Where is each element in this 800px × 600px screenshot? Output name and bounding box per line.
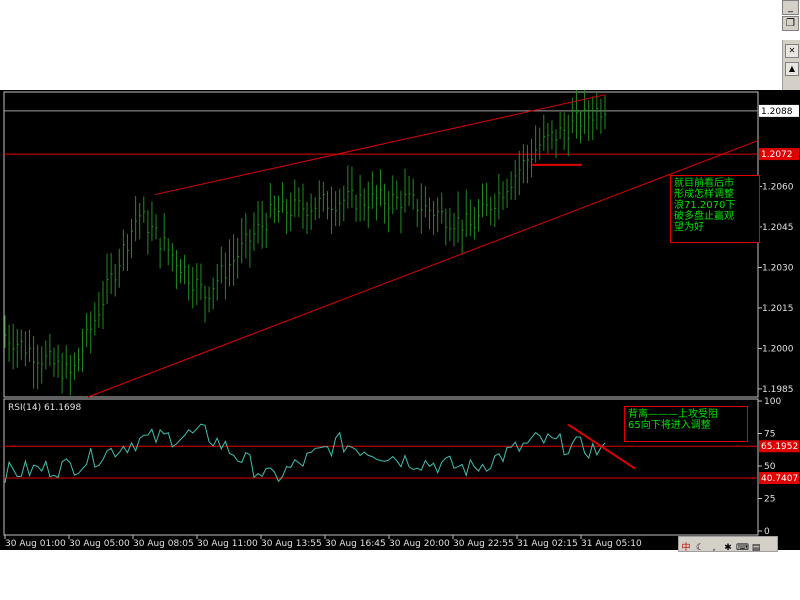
window-side-panel: ✕ ▲ xyxy=(782,40,800,90)
rsi-tick-label: 25 xyxy=(764,495,775,505)
time-tick-label: 30 Aug 01:00 xyxy=(5,539,66,549)
rsi-tick-label: 100 xyxy=(764,397,781,407)
rsi-tick-label: 75 xyxy=(764,430,775,440)
keyboard-icon[interactable]: ⌨ xyxy=(736,542,749,554)
resistance-label: 1.2072 xyxy=(761,150,793,160)
current-price-label: 1.2088 xyxy=(761,107,793,117)
ime-icon[interactable]: 中 xyxy=(680,542,692,554)
time-tick-label: 31 Aug 05:10 xyxy=(581,539,642,549)
minimize-button[interactable]: _ xyxy=(782,0,799,15)
rsi-upper-label: 65.1952 xyxy=(761,442,798,452)
rsi-title: RSI(14) 61.1698 xyxy=(8,403,81,413)
rsi-line xyxy=(4,423,606,483)
channel-upper-line xyxy=(154,94,606,196)
chart-canvas[interactable]: 1.2060 1.2045 1.2030 1.2015 1.2000 1.1985 1.20… xyxy=(0,90,800,550)
moon-icon[interactable]: ☾ xyxy=(694,542,706,554)
price-panel: 1.2060 1.2045 1.2030 1.2015 1.2000 1.1985 1.20… xyxy=(3,90,799,398)
restore-button[interactable]: ❐ xyxy=(782,16,799,31)
system-tray: 中 ☾, ✱ ⌨ ▤ xyxy=(678,536,778,554)
time-tick-label: 30 Aug 05:00 xyxy=(69,539,130,549)
time-tick-label: 30 Aug 11:00 xyxy=(197,539,258,549)
price-tick-label: 1.2045 xyxy=(762,223,794,233)
close-icon[interactable]: ✕ xyxy=(785,44,799,58)
price-tick-label: 1.2030 xyxy=(762,263,794,273)
rsi-tick-label: 50 xyxy=(764,462,776,472)
price-tick-label: 1.2000 xyxy=(762,344,794,354)
time-tick-label: 31 Aug 02:15 xyxy=(517,539,578,549)
price-tick-label: 1.2015 xyxy=(762,304,794,314)
comma-icon[interactable]: , xyxy=(708,542,720,554)
scroll-up-icon[interactable]: ▲ xyxy=(785,62,799,76)
menu-icon[interactable]: ▤ xyxy=(750,542,762,554)
time-tick-label: 30 Aug 16:45 xyxy=(325,539,386,549)
time-axis: 30 Aug 01:00 30 Aug 05:00 30 Aug 08:05 30 A… xyxy=(4,535,642,549)
price-panel-border xyxy=(3,91,759,398)
chart-window[interactable]: 1.2060 1.2045 1.2030 1.2015 1.2000 1.1985 1.20… xyxy=(0,90,800,550)
time-tick-label: 30 Aug 13:55 xyxy=(261,539,322,549)
rsi-lower-label: 40.7407 xyxy=(761,474,798,484)
price-tick-label: 1.1985 xyxy=(762,385,794,395)
price-tick-label: 1.2060 xyxy=(762,182,794,192)
rsi-annotation: 背离———上攻受阻 65向下将进入调整 xyxy=(624,406,748,442)
time-tick-label: 30 Aug 22:55 xyxy=(453,539,514,549)
time-tick-label: 30 Aug 08:05 xyxy=(133,539,194,549)
time-tick-label: 30 Aug 20:00 xyxy=(389,539,450,549)
price-annotation: 就目前看后市 形成怎样调整 浪71.2070下 破多盘止赢观 望为好 xyxy=(670,175,760,243)
gear-icon[interactable]: ✱ xyxy=(722,542,734,554)
